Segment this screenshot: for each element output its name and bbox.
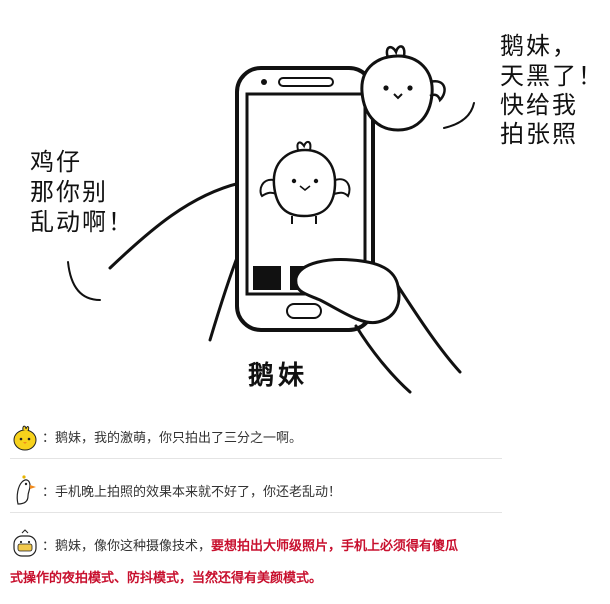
dialogue-3-highlight-1: 要想拍出大师级照片，手机上必须得有傻瓜 xyxy=(211,538,459,554)
dialogue-2-text: ：手机晚上拍照的效果本来就不好了，你还老乱动！ xyxy=(42,484,342,500)
right-bubble-line-3: 快给我 xyxy=(500,91,578,119)
right-bubble-line-4: 拍张照 xyxy=(500,120,578,148)
peeking-chick-icon xyxy=(360,45,446,132)
dialogue-1-text: ：鹅妹，我的激萌，你只拍出了三分之一啊。 xyxy=(42,430,303,446)
dialogue-3-plain: ：鹅妹，像你这种摄像技术， xyxy=(42,538,212,554)
dialogue-3-text: ：鹅妹，像你这种摄像技术，要想拍出大师级照片，手机上必须得有傻瓜 xyxy=(42,535,458,554)
dialogue-divider-2 xyxy=(10,512,502,513)
right-bubble-line-2: 天黑了！ xyxy=(500,62,604,90)
comic-illustration: 鸡仔 那你别 乱动啊！ 鹅妹， 天黑了！ 快给我 拍张照 鹅妹 xyxy=(30,32,604,394)
right-arm-outline xyxy=(354,324,412,394)
right-bubble-line-1: 鹅妹， xyxy=(500,32,578,60)
chick-avatar-icon xyxy=(13,425,37,451)
right-bubble-tail xyxy=(443,102,475,129)
hamster-avatar-icon xyxy=(13,529,37,557)
right-arm-outline-2 xyxy=(396,284,462,374)
left-bubble-line-3: 乱动啊！ xyxy=(30,208,134,236)
dialogue-3-highlight-2: 式操作的夜拍模式、防抖模式，当然还得有美颜模式。 xyxy=(10,571,323,586)
dialogue-row-3: ：鹅妹，像你这种摄像技术，要想拍出大师级照片，手机上必须得有傻瓜 式操作的夜拍模… xyxy=(10,528,510,586)
left-bubble-line-2: 那你别 xyxy=(30,178,108,206)
comic-caption: 鹅妹 xyxy=(248,360,308,391)
dialogue-divider-1 xyxy=(10,458,502,459)
goose-avatar-icon xyxy=(16,475,36,505)
dialogue-row-2: ：手机晚上拍照的效果本来就不好了，你还老乱动！ xyxy=(10,474,510,506)
dialogue-row-1: ：鹅妹，我的激萌，你只拍出了三分之一啊。 xyxy=(10,420,510,452)
left-bubble-line-1: 鸡仔 xyxy=(30,148,82,176)
left-bubble-tail xyxy=(67,261,101,301)
